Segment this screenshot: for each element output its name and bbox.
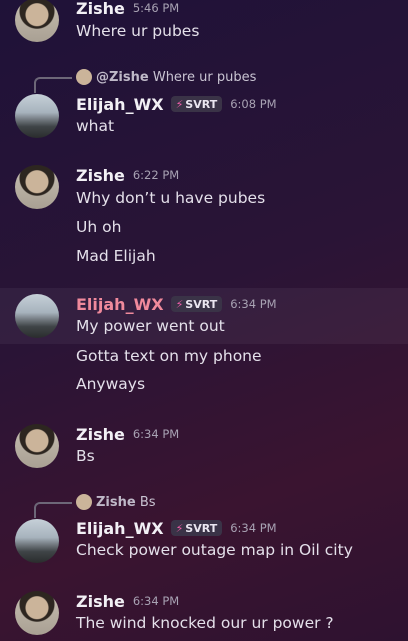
message: Zishe 6:22 PM Why don’t u have pubes Uh … [0,163,408,273]
message-text: Where ur pubes [76,22,200,40]
author-name[interactable]: Zishe [76,0,125,18]
message-text: Check power outage map in Oil city [76,541,353,559]
message-text: Mad Elijah [76,247,156,265]
avatar[interactable] [15,94,59,138]
message: Zishe Bs Elijah_WX ⚡ SVRT 6:34 PM Check p… [0,492,408,572]
reply-text: Bs [139,494,156,510]
reply-connector [34,502,72,518]
timestamp: 6:34 PM [132,594,180,608]
author-name[interactable]: Zishe [76,592,125,611]
avatar[interactable] [15,424,59,468]
message: Zishe 5:46 PM Where ur pubes [0,0,408,50]
author-name[interactable]: Elijah_WX [76,95,164,114]
message-text: Why don’t u have pubes [76,189,266,207]
message: Zishe 6:34 PM The wind knocked our ur po… [0,589,408,641]
reply-avatar [76,494,92,510]
lightning-bolt-icon: ⚡ [175,521,184,535]
message: @Zishe Where ur pubes Elijah_WX ⚡ SVRT 6:… [0,66,408,146]
author-name[interactable]: Elijah_WX [76,295,164,314]
message-text: The wind knocked our ur power ? [76,614,334,632]
lightning-bolt-icon: ⚡ [175,297,184,311]
message-text: Gotta text on my phone [76,347,262,365]
message: Zishe 6:34 PM Bs [0,422,408,472]
avatar[interactable] [15,294,59,338]
timestamp: 5:46 PM [132,1,180,15]
author-name[interactable]: Zishe [76,425,125,444]
guild-tag[interactable]: ⚡ SVRT [170,520,223,536]
avatar[interactable] [15,165,59,209]
message-text: My power went out [76,317,225,335]
guild-tag[interactable]: ⚡ SVRT [170,96,223,112]
message-text: Uh oh [76,218,122,236]
guild-tag[interactable]: ⚡ SVRT [170,296,223,312]
timestamp: 6:34 PM [230,297,277,311]
message-text: what [76,117,115,135]
lightning-bolt-icon: ⚡ [175,97,184,111]
avatar[interactable] [15,0,59,42]
author-name[interactable]: Zishe [76,166,125,185]
reply-author: Zishe [96,494,136,510]
message: Elijah_WX ⚡ SVRT 6:34 PM My power went ou… [0,292,408,404]
message-text: Bs [76,447,95,465]
timestamp: 6:08 PM [230,97,277,111]
reply-connector [34,77,72,93]
reply-text: Where ur pubes [152,69,257,85]
reply-author: @Zishe [96,69,149,85]
timestamp: 6:22 PM [132,168,180,182]
reply-avatar [76,69,92,85]
author-name[interactable]: Elijah_WX [76,519,164,538]
avatar[interactable] [15,519,59,563]
timestamp: 6:34 PM [230,521,277,535]
timestamp: 6:34 PM [132,427,180,441]
message-text: Anyways [76,375,146,393]
avatar[interactable] [15,591,59,635]
